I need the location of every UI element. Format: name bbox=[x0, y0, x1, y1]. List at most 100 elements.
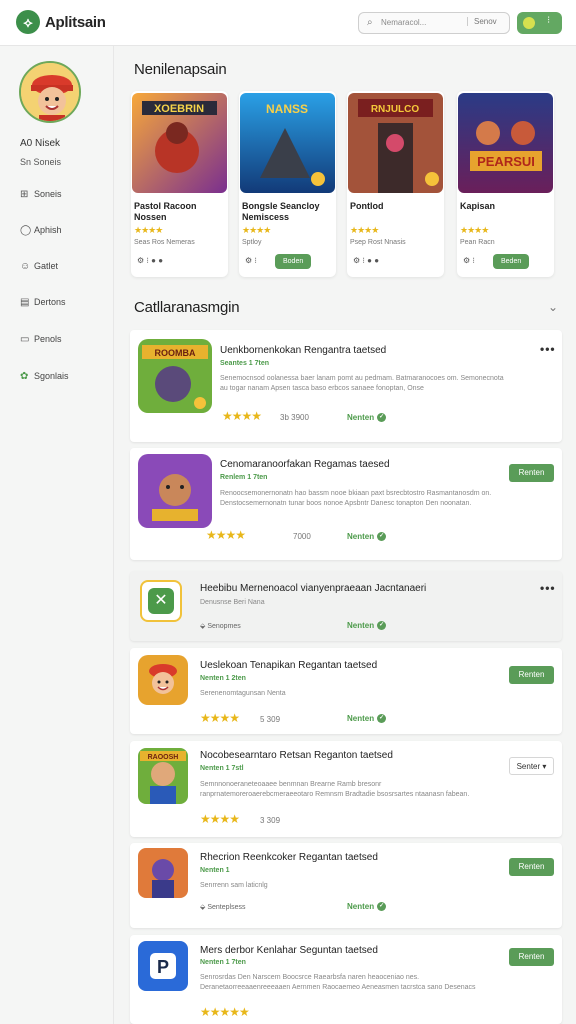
game-art: XOEBRIN bbox=[132, 93, 227, 193]
svg-text:PEARSUI: PEARSUI bbox=[477, 154, 535, 169]
profile-name: A0 Nisek bbox=[20, 138, 61, 149]
chevron-down-icon[interactable]: ⌄ bbox=[548, 300, 558, 314]
doc-icon: ▤ bbox=[20, 297, 30, 308]
face-icon: ☺ bbox=[20, 261, 31, 272]
svg-text:RAOOSH: RAOOSH bbox=[148, 754, 179, 761]
game-meta: Psep Rost Nnasis bbox=[350, 239, 406, 246]
sidebar: A0 Nisek Sn Soneis ⊞ Soneis ◯ Aphish ☺ Gatl… bbox=[0, 46, 114, 1024]
rating-stars: ★★★★ bbox=[460, 225, 489, 235]
catalog-card[interactable]: P Mers derbor Kenlahar Seguntan taetsed … bbox=[130, 935, 562, 1024]
game-art: PEARSUI bbox=[458, 93, 553, 193]
status-badge: Nenten ✓ bbox=[347, 714, 387, 724]
sidebar-item-sgonlais[interactable]: ✿ Sgonlais bbox=[20, 371, 110, 389]
game-icon: ROOMBA bbox=[138, 339, 212, 413]
game-title: Cenomaranoorfakan Regamas taesed bbox=[220, 459, 390, 470]
renten-button[interactable]: Renten bbox=[509, 858, 554, 876]
featured-card[interactable]: RNJULCO Pontlod ★★★★ Psep Rost Nnasis ⚙ … bbox=[347, 91, 444, 277]
rating-stars: ★★★★ bbox=[206, 528, 246, 542]
game-title: Mers derbor Kenlahar Seguntan taetsed bbox=[200, 945, 378, 956]
rating-value: 3 309 bbox=[260, 816, 281, 825]
featured-card[interactable]: NANSS Bongsle Seancloy Nemiscess ★★★★ Sp… bbox=[239, 91, 336, 277]
check-icon: ✓ bbox=[377, 413, 387, 423]
app-logo-icon[interactable]: ⟡ bbox=[16, 10, 40, 34]
grid-icon: ⊞ bbox=[20, 189, 29, 200]
beden-button[interactable]: Beden bbox=[493, 254, 530, 269]
more-options-icon[interactable]: ••• bbox=[540, 342, 556, 356]
game-meta: Seas Ros Nemeras bbox=[134, 239, 195, 246]
rating-value: 3b 3900 bbox=[280, 413, 309, 422]
game-description: Renoocsemonernonatn hao bassm nooe bkiaa… bbox=[220, 490, 492, 507]
game-badge: Seantes 1 7ten bbox=[220, 360, 270, 367]
senter-dropdown[interactable]: Senter ▾ bbox=[509, 757, 554, 775]
catalog-card[interactable]: Rhecrion Reenkcoker Regantan taetsed Nen… bbox=[130, 843, 562, 928]
rating-stars: ★★★★ bbox=[242, 225, 271, 235]
renten-button[interactable]: Renten bbox=[509, 666, 554, 684]
featured-card[interactable]: PEARSUI Kapisan ★★★★ Pean Racn ⚙ ⁝ Beden bbox=[457, 91, 554, 277]
window-icon: ▭ bbox=[20, 334, 30, 345]
featured-card[interactable]: XOEBRIN Pastol Racoon Nossen ★★★★ Seas R… bbox=[131, 91, 228, 277]
game-description: Serenenomtagunsan Nenta bbox=[200, 690, 286, 697]
catalog-card[interactable]: ✕ Heebibu Mernenoacol vianyenpraeaan Jac… bbox=[130, 571, 562, 641]
game-art: NANSS bbox=[240, 93, 335, 193]
catalog-title: Catllaranasmgin bbox=[134, 299, 240, 316]
sidebar-item-aphish[interactable]: ◯ Aphish bbox=[20, 225, 110, 243]
renten-button[interactable]: Renten bbox=[509, 948, 554, 966]
search-input[interactable]: Nemaracol... bbox=[381, 18, 426, 27]
boden-button[interactable]: Boden bbox=[275, 254, 312, 269]
check-icon: ✓ bbox=[377, 532, 387, 542]
svg-text:XOEBRIN: XOEBRIN bbox=[154, 103, 204, 115]
game-art: RNJULCO bbox=[348, 93, 443, 193]
theme-toggle[interactable]: ⁝ bbox=[517, 12, 562, 34]
check-icon: ✓ bbox=[377, 714, 387, 724]
avatar[interactable] bbox=[19, 61, 81, 123]
toggle-knob bbox=[523, 17, 535, 29]
leaf-icon: ✿ bbox=[20, 371, 29, 382]
game-description: Senrosrdas Den Narscem Boocsrce Raearbsf… bbox=[200, 974, 476, 991]
game-footer: ⚙ ⁝ ● ● bbox=[353, 256, 380, 265]
game-icon bbox=[138, 454, 212, 528]
game-description: Semnnonoeraneteoaaee benmnan Brearne Ram… bbox=[200, 781, 470, 798]
chat-icon: ◯ bbox=[20, 225, 32, 236]
game-badge: Nenten 1 bbox=[200, 867, 230, 874]
svg-text:NANSS: NANSS bbox=[266, 102, 308, 116]
game-icon: P bbox=[138, 941, 188, 991]
renten-button[interactable]: Renten bbox=[509, 464, 554, 482]
game-name: Pontlod bbox=[350, 201, 384, 211]
rating-stars: ★★★★ bbox=[200, 711, 240, 725]
catalog-card[interactable]: Cenomaranoorfakan Regamas taesed Renlem … bbox=[130, 448, 562, 560]
search-icon: ⌕ bbox=[367, 17, 373, 28]
game-description: Senemocnsod oolanessa baer lanam pomt au… bbox=[220, 375, 504, 392]
game-name: Kapisan bbox=[460, 201, 496, 211]
tools-icon: ✕ bbox=[148, 588, 174, 614]
game-meta: Pean Racn bbox=[460, 239, 495, 246]
catalog-card[interactable]: ROOMBA Uenkbornenkokan Rengantra taetsed… bbox=[130, 330, 562, 442]
game-badge: Nenten 1 7ten bbox=[200, 959, 246, 966]
game-name: Bongsle Seancloy Nemiscess bbox=[242, 201, 320, 222]
status-badge: Nenten ✓ bbox=[347, 532, 387, 542]
rating-stars: ★★★★ bbox=[200, 812, 240, 826]
catalog-card[interactable]: RAOOSH Nocobesearntaro Retsan Reganton t… bbox=[130, 741, 562, 837]
catalog-card[interactable]: Ueslekoan Tenapikan Regantan taetsed Nen… bbox=[130, 648, 562, 734]
game-meta: Sptloy bbox=[242, 239, 262, 246]
svg-text:P: P bbox=[157, 957, 169, 977]
game-title: Heebibu Mernenoacol vianyenpraeaan Jacnt… bbox=[200, 583, 427, 594]
card-footer: ⬙ Senteplsess bbox=[200, 904, 246, 911]
game-footer: ⚙ ⁝ ● ● bbox=[137, 256, 164, 265]
sidebar-item-soneis[interactable]: ⊞ Soneis bbox=[20, 189, 110, 207]
sidebar-item-gatlet[interactable]: ☺ Gatlet bbox=[20, 261, 110, 279]
sidebar-item-penols[interactable]: ▭ Penols bbox=[20, 334, 110, 352]
search-box[interactable]: ⌕ Nemaracol... Senov bbox=[358, 12, 510, 34]
rating-stars: ★★★★ bbox=[222, 409, 262, 423]
rating-value: 5 309 bbox=[260, 715, 281, 724]
game-title: Ueslekoan Tenapikan Regantan taetsed bbox=[200, 660, 378, 671]
rating-stars: ★★★★ bbox=[350, 225, 379, 235]
sidebar-item-dertons[interactable]: ▤ Dertons bbox=[20, 297, 110, 315]
more-options-icon[interactable]: ••• bbox=[540, 581, 556, 595]
game-footer: ⚙ ⁝ bbox=[463, 256, 475, 265]
game-footer: ⚙ ⁝ bbox=[245, 256, 257, 265]
rating-stars: ★★★★★ bbox=[200, 1005, 250, 1019]
featured-title: Nenilenapsain bbox=[134, 61, 227, 78]
search-button[interactable]: Senov bbox=[467, 17, 497, 26]
game-badge: Nenten 1 2ten bbox=[200, 675, 246, 682]
rating-stars: ★★★★ bbox=[134, 225, 163, 235]
